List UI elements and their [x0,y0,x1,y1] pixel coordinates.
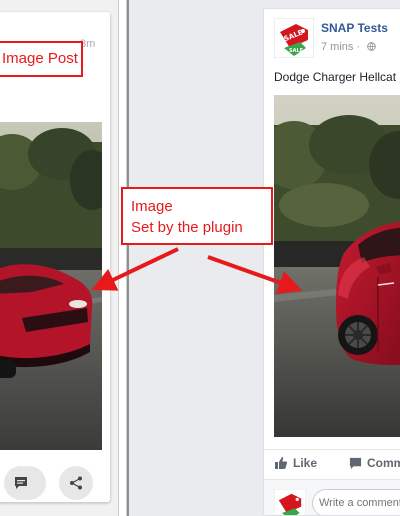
sale-tag-icon: SALE SALE [273,17,315,59]
post-time-text: 7 mins [321,41,354,53]
callout-line-2: Set by the plugin [131,219,243,236]
post-timestamp[interactable]: 7 mins · [321,41,377,53]
like-label: Like [293,456,318,470]
comment-label: Comment [367,456,400,470]
facebook-post-card: SALE SALE SNAP Tests 7 mins · Dodge Char… [263,8,400,516]
post-text: Dodge Charger Hellcat [274,70,397,84]
left-post-card: 3m [0,12,110,502]
comment-input[interactable] [312,489,400,515]
like-button[interactable]: Like [274,456,317,470]
post-image[interactable] [274,95,400,437]
left-share-button[interactable] [59,466,93,500]
comment-icon [15,477,27,489]
comment-button[interactable]: Comment [349,456,400,470]
left-comment-button[interactable] [4,466,38,500]
post-action-bar: Like Comment [264,449,400,475]
left-pane: 3m Image Post [0,0,127,516]
commenter-avatar [273,488,307,515]
comment-composer [264,479,400,515]
share-icon [70,476,82,490]
page-name-link[interactable]: SNAP Tests [321,21,388,35]
callout-line-1: Image [131,198,173,215]
left-caption-annotation: Image Post [0,41,83,77]
page-avatar[interactable]: SALE SALE [273,17,315,59]
pane-separator [127,0,129,516]
svg-text:SALE: SALE [289,48,304,54]
globe-icon [367,42,377,51]
comment-icon [349,457,362,469]
image-callout-annotation: Image Set by the plugin [121,187,273,245]
left-divider [118,0,127,516]
sale-tag-icon [273,488,307,515]
thumbs-up-icon [275,457,288,469]
left-post-image[interactable] [0,122,102,450]
